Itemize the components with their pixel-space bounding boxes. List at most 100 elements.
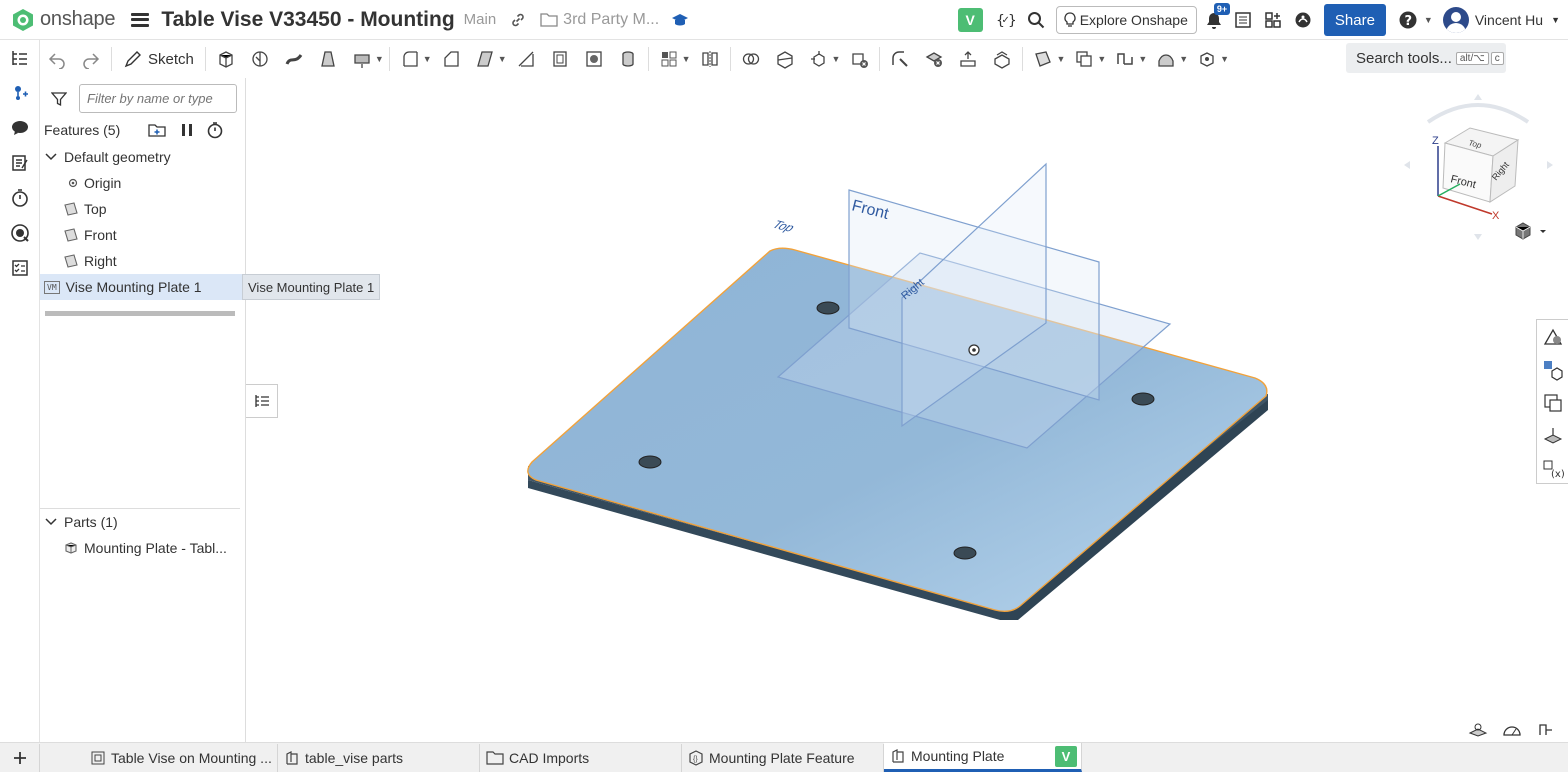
mirror-icon[interactable]	[693, 44, 727, 74]
release-list-icon[interactable]	[1234, 11, 1252, 29]
mate-connector-dropdown-icon[interactable]: ▼	[1097, 54, 1106, 64]
tree-item-origin[interactable]: Origin	[40, 170, 246, 196]
render-studio-icon[interactable]	[0, 215, 40, 250]
sheet-metal-dropdown-icon[interactable]: ▼	[1138, 54, 1147, 64]
branch-label[interactable]: Main	[464, 11, 497, 28]
explore-onshape-button[interactable]: Explore Onshape	[1055, 6, 1197, 34]
tree-item-vise-mounting-plate[interactable]: VM Vise Mounting Plate 1	[40, 274, 246, 300]
section-view-icon[interactable]	[1536, 721, 1556, 737]
view-arrow-down-icon[interactable]	[1474, 234, 1482, 240]
history-timer-icon[interactable]	[0, 180, 40, 215]
surface-dropdown-icon[interactable]: ▼	[1179, 54, 1188, 64]
filter-input[interactable]	[79, 84, 237, 113]
rollback-bar[interactable]	[45, 311, 235, 316]
draft-dropdown-icon[interactable]: ▼	[498, 54, 507, 64]
user-menu[interactable]: Vincent Hu ▼	[1442, 7, 1560, 33]
frames-dropdown-icon[interactable]: ▼	[1220, 54, 1229, 64]
modify-fillet-icon[interactable]	[883, 44, 917, 74]
search-icon[interactable]	[1027, 11, 1045, 29]
help-icon[interactable]: ?	[1398, 10, 1418, 30]
graphics-viewport[interactable]: Front Top Right Top Front Right X Z	[246, 78, 1568, 742]
thicken-dropdown-icon[interactable]: ▼	[375, 54, 384, 64]
shell-icon[interactable]	[543, 44, 577, 74]
sheet-metal-icon[interactable]	[1108, 44, 1142, 74]
version-badge[interactable]: V	[957, 8, 983, 32]
tab-mounting-plate[interactable]: Mounting Plate V	[884, 743, 1082, 772]
appearance-panel-icon[interactable]	[1537, 320, 1568, 353]
mounting-hole[interactable]	[638, 455, 662, 469]
revolve-icon[interactable]	[243, 44, 277, 74]
tab-mounting-plate-feature[interactable]: {} Mounting Plate Feature	[682, 743, 884, 772]
tree-item-top-plane[interactable]: Top	[40, 196, 246, 222]
replace-face-icon[interactable]	[985, 44, 1019, 74]
split-icon[interactable]	[768, 44, 802, 74]
undo-button[interactable]	[40, 44, 74, 74]
help-chevron-down-icon[interactable]: ▼	[1424, 15, 1433, 25]
cylinder-icon[interactable]	[611, 44, 645, 74]
education-cap-icon[interactable]	[671, 13, 689, 27]
tree-item-right-plane[interactable]: Right	[40, 248, 246, 274]
search-tools-input[interactable]: Search tools... alt/⌥ c	[1346, 43, 1506, 73]
measure-icon[interactable]	[1502, 721, 1522, 737]
tab-assembly[interactable]: Table Vise on Mounting ...	[84, 743, 278, 772]
view-cube[interactable]: Top Front Right X Z	[1404, 94, 1553, 240]
view-options-icon[interactable]	[1515, 222, 1546, 240]
comments-icon[interactable]	[0, 110, 40, 145]
document-title[interactable]: Table Vise V33450 - Mounting	[161, 8, 454, 32]
delete-face-icon[interactable]	[917, 44, 951, 74]
view-rotate-arc[interactable]	[1426, 103, 1530, 124]
folder-breadcrumb[interactable]: 3rd Party M...	[540, 11, 659, 29]
sketch-button[interactable]: Sketch	[115, 44, 202, 74]
draft-icon[interactable]	[468, 44, 502, 74]
pattern-icon[interactable]	[652, 44, 686, 74]
mounting-hole[interactable]	[1131, 392, 1155, 406]
main-menu-icon[interactable]	[131, 12, 150, 27]
parts-group[interactable]: Parts (1)	[40, 509, 246, 535]
notifications-bell-icon[interactable]: 9+	[1204, 3, 1231, 30]
loft-icon[interactable]	[311, 44, 345, 74]
fillet-dropdown-icon[interactable]: ▼	[423, 54, 432, 64]
sweep-icon[interactable]	[277, 44, 311, 74]
notes-icon[interactable]	[0, 145, 40, 180]
insert-part-icon[interactable]	[0, 75, 40, 110]
add-folder-icon[interactable]	[148, 122, 166, 138]
fillet-icon[interactable]	[393, 44, 427, 74]
frames-icon[interactable]	[1190, 44, 1224, 74]
hole-icon[interactable]	[577, 44, 611, 74]
filter-icon[interactable]	[51, 91, 67, 107]
redo-button[interactable]	[74, 44, 108, 74]
mounting-hole[interactable]	[953, 546, 977, 560]
measure-tools-icon[interactable]	[1537, 419, 1568, 452]
configurations-icon[interactable]	[1537, 386, 1568, 419]
move-face-icon[interactable]	[951, 44, 985, 74]
mounting-hole[interactable]	[816, 301, 840, 315]
thicken-icon[interactable]	[345, 44, 379, 74]
rebuild-timer-icon[interactable]	[206, 121, 224, 139]
rib-icon[interactable]	[509, 44, 543, 74]
tree-item-front-plane[interactable]: Front	[40, 222, 246, 248]
feature-list-icon[interactable]	[0, 40, 40, 75]
extrude-icon[interactable]	[209, 44, 243, 74]
boolean-icon[interactable]	[734, 44, 768, 74]
transform-dropdown-icon[interactable]: ▼	[832, 54, 841, 64]
app-store-icon[interactable]	[1264, 11, 1282, 29]
share-button[interactable]: Share	[1323, 4, 1386, 36]
link-icon[interactable]	[510, 12, 526, 28]
chamfer-icon[interactable]	[434, 44, 468, 74]
plane-dropdown-icon[interactable]: ▼	[1056, 54, 1065, 64]
tab-table-vise-parts[interactable]: table_vise parts	[278, 743, 480, 772]
add-tab-button[interactable]	[0, 743, 40, 772]
learning-center-icon[interactable]	[1294, 11, 1312, 29]
plane-tool-icon[interactable]	[1026, 44, 1060, 74]
delete-part-icon[interactable]	[842, 44, 876, 74]
variables-panel-icon[interactable]: (x)	[1537, 452, 1568, 485]
pause-icon[interactable]	[180, 122, 194, 138]
chevron-down-icon[interactable]	[44, 150, 58, 164]
mass-properties-icon[interactable]	[1468, 721, 1488, 737]
default-geometry-group[interactable]: Default geometry	[40, 144, 246, 170]
display-states-icon[interactable]	[1537, 353, 1568, 386]
part-item-mounting-plate[interactable]: Mounting Plate - Tabl...	[40, 535, 246, 561]
checklist-icon[interactable]	[0, 250, 40, 285]
view-arrow-left-icon[interactable]	[1404, 161, 1410, 169]
chevron-down-icon[interactable]	[44, 515, 58, 529]
